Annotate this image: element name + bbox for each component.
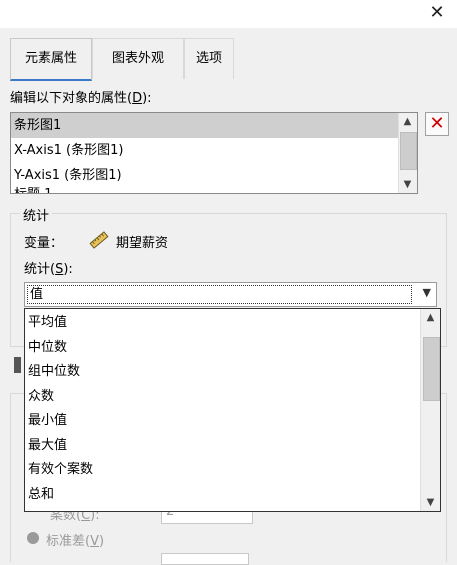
dropdown-option[interactable]: 平均值 bbox=[25, 311, 420, 336]
list-item[interactable]: 条形图1 bbox=[11, 113, 399, 138]
dropdown-option[interactable]: 中位数 bbox=[25, 336, 420, 361]
scroll-up-icon[interactable]: ▲ bbox=[399, 113, 416, 130]
scroll-down-icon[interactable]: ▼ bbox=[422, 494, 439, 511]
tab-options[interactable]: 选项 bbox=[184, 38, 234, 79]
scroll-thumb[interactable] bbox=[400, 132, 417, 170]
statistic-label: 统计(S): bbox=[24, 262, 73, 277]
title-bar bbox=[0, 0, 457, 28]
hidden-input[interactable] bbox=[161, 553, 249, 565]
dropdown-option[interactable]: 最小值 bbox=[25, 409, 420, 434]
variable-label: 变量： bbox=[24, 236, 64, 251]
dropdown-option[interactable]: 最大值 bbox=[25, 434, 420, 459]
chevron-down-icon[interactable]: ▼ bbox=[423, 286, 431, 299]
dropdown-option[interactable]: 有效个案数 bbox=[25, 458, 420, 483]
variable-value: 期望薪资 bbox=[116, 236, 169, 251]
dropdown-option[interactable]: 总和 bbox=[25, 483, 420, 508]
stddev-label: 标准差(V) bbox=[46, 534, 105, 549]
statistic-select-value: 值 bbox=[27, 285, 412, 304]
scroll-thumb[interactable] bbox=[423, 337, 440, 401]
close-icon[interactable]: ✕ bbox=[427, 3, 447, 23]
dropdown-option[interactable]: 组中位数 bbox=[25, 360, 420, 385]
dropdown-option[interactable]: 众数 bbox=[25, 385, 420, 410]
objects-label: 编辑以下对象的属性(D): bbox=[10, 91, 152, 106]
scroll-up-icon[interactable]: ▲ bbox=[422, 309, 439, 326]
scroll-down-icon[interactable]: ▼ bbox=[399, 176, 416, 193]
tab-element-properties[interactable]: 元素属性 bbox=[10, 38, 92, 81]
objects-scrollbar[interactable]: ▲ ▼ bbox=[398, 113, 417, 193]
statistic-dropdown-list[interactable]: 平均值 中位数 组中位数 众数 最小值 最大值 有效个案数 总和 ▲ ▼ bbox=[24, 308, 441, 512]
hidden-control-edge bbox=[14, 357, 21, 373]
delete-button[interactable]: ✕ bbox=[425, 112, 449, 136]
objects-listbox[interactable]: 条形图1 X-Axis1 (条形图1) Y-Axis1 (条形图1) 标题 1 … bbox=[10, 112, 418, 194]
stddev-radio[interactable] bbox=[27, 532, 39, 544]
statistics-group-title: 统计 bbox=[20, 205, 53, 224]
tab-chart-appearance[interactable]: 图表外观 bbox=[92, 38, 184, 79]
statistic-select[interactable]: 值 ▼ bbox=[24, 282, 437, 307]
dropdown-scrollbar[interactable]: ▲ ▼ bbox=[420, 309, 440, 511]
ruler-icon bbox=[89, 231, 109, 249]
list-item[interactable]: X-Axis1 (条形图1) bbox=[11, 138, 417, 163]
